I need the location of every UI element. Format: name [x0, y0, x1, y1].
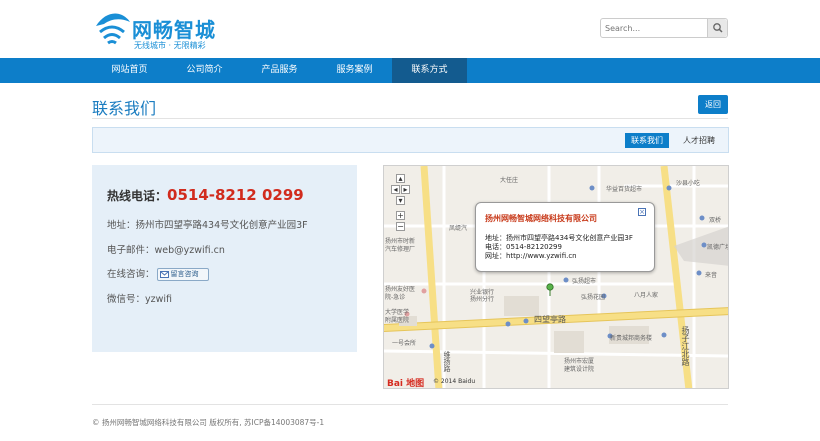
map-label: 新贵城邦商务楼 [610, 335, 653, 342]
logo[interactable]: 网畅智城 无线城市 · 无限精彩 [92, 12, 252, 52]
contact-email: 电子邮件：web@yzwifi.cn [107, 245, 225, 256]
map-label: 汽车修理厂 [385, 246, 416, 253]
road-label: 维扬路 [443, 351, 451, 372]
wifi-logo-icon [96, 13, 130, 45]
nav-home[interactable]: 网站首页 [92, 58, 167, 83]
map-label: 大任庄 [500, 177, 519, 184]
road-label: 四望亭路 [534, 315, 566, 324]
contact-address: 地址：扬州市四望亭路434号文化创意产业园3F [107, 220, 308, 231]
message-icon [159, 271, 169, 278]
zoom-in-button[interactable]: + [396, 211, 405, 220]
subtab-bar: 联系我们 人才招聘 [92, 127, 729, 153]
nav-products[interactable]: 产品服务 [242, 58, 317, 83]
back-button[interactable]: 返回 [698, 95, 728, 114]
message-button[interactable]: 留言咨询 [156, 268, 209, 281]
map-label: 扬州分行 [470, 296, 495, 303]
map-label: 附属医院 [385, 317, 410, 324]
contact-panel: 热线电话：0514-8212 0299 地址：扬州市四望亭路434号文化创意产业… [92, 165, 357, 352]
map-label: 弘扬超市 [572, 278, 597, 285]
footer-text: © 扬州网畅智城网络科技有限公司 版权所有, 苏ICP备14003087号-1 [92, 418, 325, 427]
page: 网畅智城 无线城市 · 无限精彩 网站首页 公司简介 产品服务 服务案例 联系方… [0, 0, 820, 441]
baidu-logo: Bai 地图 [387, 379, 425, 389]
logo-title: 网畅智城 [132, 18, 216, 42]
contact-online: 在线咨询： 留言咨询 [107, 266, 209, 281]
search-button[interactable] [707, 19, 727, 37]
nav-cases[interactable]: 服务案例 [317, 58, 392, 83]
online-label: 在线咨询： [107, 269, 155, 280]
pan-right-button[interactable]: ▸ [401, 185, 410, 194]
map-label: 一号会所 [392, 340, 417, 347]
map-canvas [384, 166, 728, 388]
contact-wechat: 微信号：yzwifi [107, 294, 173, 305]
map-label: 沙县小吃 [676, 180, 701, 187]
road-label: 扬子江北路 [681, 326, 690, 366]
map-label: 八月人家 [634, 292, 659, 299]
subtab-jobs[interactable]: 人才招聘 [677, 133, 721, 148]
close-icon[interactable]: × [638, 208, 646, 216]
message-button-label: 留言咨询 [170, 270, 199, 278]
page-title: 联系我们 [92, 99, 157, 118]
search-icon [713, 23, 723, 33]
map-label: 凤缇汽 [449, 225, 468, 232]
info-website: 网址：http://www.yzwifi.cn [485, 252, 577, 260]
nav-contact[interactable]: 联系方式 [392, 58, 467, 83]
map-label: 院-急诊 [385, 294, 406, 301]
divider [92, 118, 728, 119]
hotline-label: 热线电话： [107, 189, 168, 203]
map-info-window: 扬州网畅智城网络科技有限公司 × 地址：扬州市四望亭路434号文化创意产业园3F… [475, 202, 655, 272]
map-label: 华益百货超市 [606, 186, 643, 193]
info-title: 扬州网畅智城网络科技有限公司 [485, 214, 597, 223]
nav-about[interactable]: 公司简介 [167, 58, 242, 83]
pan-down-button[interactable]: ▾ [396, 196, 405, 205]
map-copyright: © 2014 Baidu [433, 378, 476, 385]
map-label: 来音 [705, 272, 718, 279]
map-label: 弘扬花园 [581, 294, 606, 301]
footer-divider [92, 404, 728, 405]
zoom-out-button[interactable]: − [396, 222, 405, 231]
subtab-contact[interactable]: 联系我们 [625, 133, 669, 148]
map[interactable]: 大任庄 华益百货超市 沙县小吃 凤缇汽 双桥 扬州市时新 汽车修理厂 弘扬超市 … [383, 165, 729, 389]
hotline: 热线电话：0514-8212 0299 [107, 185, 304, 204]
pan-left-button[interactable]: ◂ [391, 185, 400, 194]
pan-up-button[interactable]: ▴ [396, 174, 405, 183]
search-input[interactable] [601, 19, 709, 37]
hotline-number: 0514-8212 0299 [167, 186, 304, 204]
map-label: 双桥 [709, 217, 722, 224]
main-nav: 网站首页 公司简介 产品服务 服务案例 联系方式 [0, 58, 820, 83]
map-label: 建筑设计院 [564, 366, 595, 373]
map-label: 凯德广场 [707, 244, 729, 251]
logo-slogan: 无线城市 · 无限精彩 [134, 41, 206, 50]
search-box [600, 18, 728, 38]
